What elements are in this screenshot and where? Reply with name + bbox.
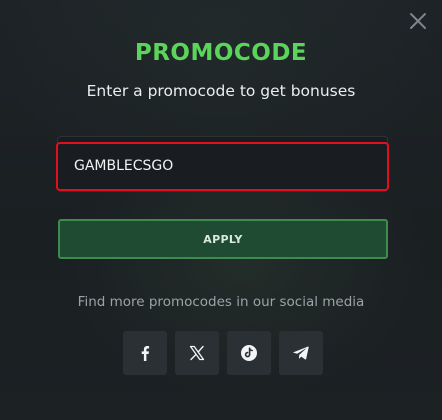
social-links — [123, 331, 323, 375]
modal-title: PROMOCODE — [134, 40, 308, 66]
x-twitter-icon — [189, 345, 205, 361]
modal-subtitle: Enter a promocode to get bonuses — [86, 82, 356, 100]
promocode-modal: PROMOCODE Enter a promocode to get bonus… — [0, 0, 442, 420]
tiktok-icon — [241, 345, 257, 361]
facebook-icon — [141, 346, 150, 361]
close-icon — [410, 13, 426, 29]
x-twitter-button[interactable] — [175, 331, 219, 375]
tiktok-button[interactable] — [227, 331, 271, 375]
social-media-caption: Find more promocodes in our social media — [77, 294, 365, 310]
close-button[interactable] — [408, 11, 428, 31]
telegram-button[interactable] — [279, 331, 323, 375]
apply-button[interactable]: APPLY — [58, 219, 388, 259]
telegram-icon — [293, 346, 309, 360]
promocode-input[interactable] — [60, 145, 380, 187]
facebook-button[interactable] — [123, 331, 167, 375]
